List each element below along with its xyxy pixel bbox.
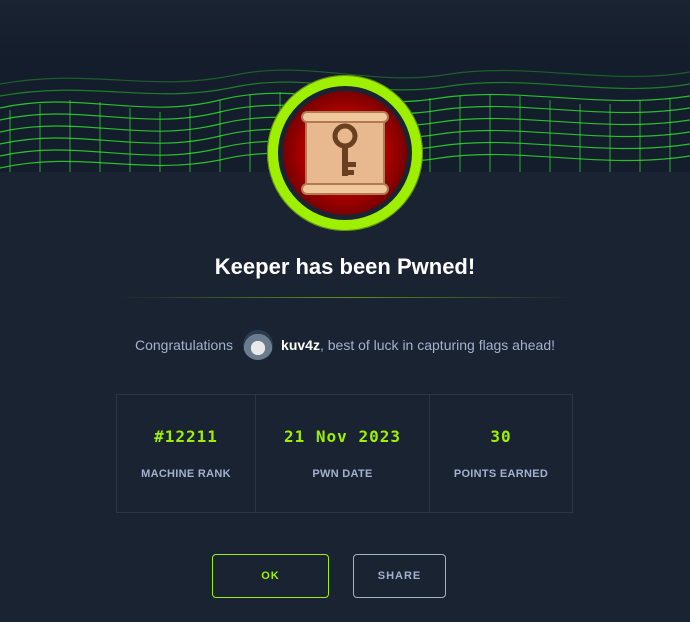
stat-value: #12211 bbox=[154, 427, 218, 446]
avatar[interactable] bbox=[243, 330, 274, 360]
machine-badge bbox=[267, 75, 423, 231]
stat-label: PWN DATE bbox=[312, 468, 373, 480]
congrats-suffix: , best of luck in capturing flags ahead! bbox=[319, 337, 556, 353]
username-line: kuv4z, best of luck in capturing flags a… bbox=[281, 337, 555, 353]
badge-background bbox=[283, 91, 407, 215]
stat-value: 21 Nov 2023 bbox=[284, 427, 401, 446]
username-link[interactable]: kuv4z bbox=[281, 337, 320, 353]
scroll-key-icon bbox=[301, 111, 389, 195]
share-button[interactable]: SHARE bbox=[353, 554, 446, 598]
badge-ring bbox=[278, 86, 412, 220]
page-title: Keeper has been Pwned! bbox=[214, 254, 476, 279]
stats-panel: #12211 MACHINE RANK 21 Nov 2023 PWN DATE… bbox=[116, 394, 573, 513]
stat-label: MACHINE RANK bbox=[141, 468, 231, 480]
stat-value: 30 bbox=[490, 427, 512, 446]
ok-button[interactable]: OK bbox=[212, 554, 329, 598]
stat-machine-rank: #12211 MACHINE RANK bbox=[117, 395, 256, 512]
stat-label: POINTS EARNED bbox=[453, 468, 549, 480]
title-divider bbox=[118, 297, 572, 298]
congrats-message: Congratulations kuv4z, best of luck in c… bbox=[0, 330, 690, 360]
stat-points-earned: 30 POINTS EARNED bbox=[430, 395, 572, 512]
stat-pwn-date: 21 Nov 2023 PWN DATE bbox=[256, 395, 430, 512]
congrats-prefix: Congratulations bbox=[134, 337, 234, 353]
